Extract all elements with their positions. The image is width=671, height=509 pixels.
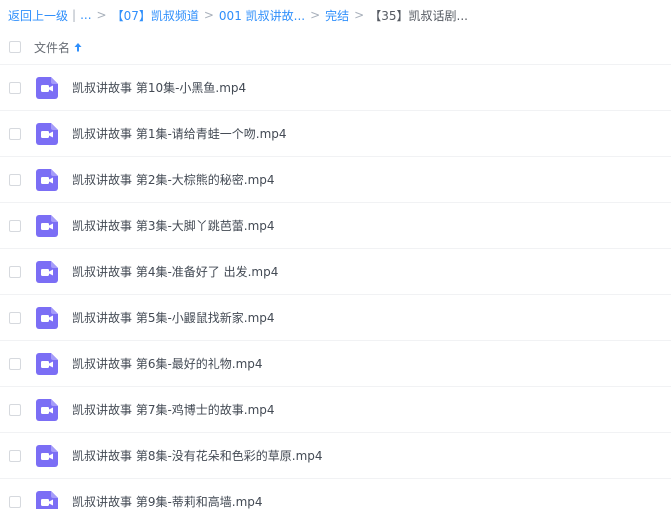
breadcrumb-pipe: | bbox=[72, 8, 77, 22]
filename-column-header[interactable]: 文件名 bbox=[34, 39, 70, 56]
breadcrumb-current: 【35】凯叔话剧... bbox=[369, 8, 468, 23]
file-row[interactable]: 凯叔讲故事 第6集-最好的礼物.mp4 bbox=[0, 341, 671, 387]
file-name[interactable]: 凯叔讲故事 第6集-最好的礼物.mp4 bbox=[72, 355, 263, 372]
file-checkbox[interactable] bbox=[9, 449, 21, 462]
video-file-icon bbox=[36, 398, 58, 421]
video-file-icon bbox=[36, 490, 58, 509]
file-name[interactable]: 凯叔讲故事 第10集-小黑鱼.mp4 bbox=[72, 79, 246, 96]
file-checkbox[interactable] bbox=[9, 219, 21, 232]
file-list-panel: 返回上一级 | ... > 【07】凯叔频道 > 001 凯叔讲故... > 完… bbox=[0, 0, 671, 509]
file-row[interactable]: 凯叔讲故事 第2集-大棕熊的秘密.mp4 bbox=[0, 157, 671, 203]
file-list-header: 文件名 bbox=[0, 30, 671, 65]
file-row[interactable]: 凯叔讲故事 第1集-请给青蛙一个吻.mp4 bbox=[0, 111, 671, 157]
file-name[interactable]: 凯叔讲故事 第3集-大脚丫跳芭蕾.mp4 bbox=[72, 217, 275, 234]
breadcrumb-separator: > bbox=[96, 8, 107, 22]
video-file-icon bbox=[36, 260, 58, 283]
file-name[interactable]: 凯叔讲故事 第4集-准备好了 出发.mp4 bbox=[72, 263, 278, 280]
file-row[interactable]: 凯叔讲故事 第9集-蒂莉和高墙.mp4 bbox=[0, 479, 671, 509]
file-checkbox[interactable] bbox=[9, 311, 21, 324]
file-row[interactable]: 凯叔讲故事 第4集-准备好了 出发.mp4 bbox=[0, 249, 671, 295]
file-checkbox[interactable] bbox=[9, 173, 21, 186]
video-file-icon bbox=[36, 168, 58, 191]
video-file-icon bbox=[36, 122, 58, 145]
video-file-icon bbox=[36, 306, 58, 329]
select-all-checkbox[interactable] bbox=[9, 41, 21, 53]
breadcrumb-separator: > bbox=[203, 8, 214, 22]
breadcrumb-ellipsis[interactable]: ... bbox=[80, 8, 91, 22]
breadcrumb-item-stories[interactable]: 001 凯叔讲故... bbox=[219, 7, 305, 24]
breadcrumb: 返回上一级 | ... > 【07】凯叔频道 > 001 凯叔讲故... > 完… bbox=[0, 0, 671, 30]
file-checkbox[interactable] bbox=[9, 403, 21, 416]
file-checkbox[interactable] bbox=[9, 357, 21, 370]
file-row[interactable]: 凯叔讲故事 第10集-小黑鱼.mp4 bbox=[0, 65, 671, 111]
file-name[interactable]: 凯叔讲故事 第9集-蒂莉和高墙.mp4 bbox=[72, 493, 263, 509]
file-checkbox[interactable] bbox=[9, 265, 21, 278]
video-file-icon bbox=[36, 444, 58, 467]
file-name[interactable]: 凯叔讲故事 第8集-没有花朵和色彩的草原.mp4 bbox=[72, 447, 323, 464]
video-file-icon bbox=[36, 352, 58, 375]
file-name[interactable]: 凯叔讲故事 第5集-小鼹鼠找新家.mp4 bbox=[72, 309, 275, 326]
breadcrumb-item-channel[interactable]: 【07】凯叔频道 bbox=[112, 7, 199, 24]
breadcrumb-separator: > bbox=[310, 8, 321, 22]
file-row[interactable]: 凯叔讲故事 第8集-没有花朵和色彩的草原.mp4 bbox=[0, 433, 671, 479]
file-row[interactable]: 凯叔讲故事 第7集-鸡博士的故事.mp4 bbox=[0, 387, 671, 433]
video-file-icon bbox=[36, 76, 58, 99]
file-checkbox[interactable] bbox=[9, 81, 21, 94]
file-name[interactable]: 凯叔讲故事 第1集-请给青蛙一个吻.mp4 bbox=[72, 125, 287, 142]
sort-ascending-icon[interactable] bbox=[74, 42, 82, 52]
file-list: 凯叔讲故事 第10集-小黑鱼.mp4 凯叔讲故事 第1集-请给青蛙一个吻.mp4… bbox=[0, 65, 671, 509]
breadcrumb-item-finished[interactable]: 完结 bbox=[325, 7, 349, 24]
video-file-icon bbox=[36, 214, 58, 237]
file-row[interactable]: 凯叔讲故事 第5集-小鼹鼠找新家.mp4 bbox=[0, 295, 671, 341]
file-name[interactable]: 凯叔讲故事 第7集-鸡博士的故事.mp4 bbox=[72, 401, 275, 418]
breadcrumb-separator: > bbox=[354, 8, 365, 22]
file-checkbox[interactable] bbox=[9, 127, 21, 140]
back-link[interactable]: 返回上一级 bbox=[8, 7, 68, 24]
file-checkbox[interactable] bbox=[9, 495, 21, 508]
file-name[interactable]: 凯叔讲故事 第2集-大棕熊的秘密.mp4 bbox=[72, 171, 275, 188]
file-row[interactable]: 凯叔讲故事 第3集-大脚丫跳芭蕾.mp4 bbox=[0, 203, 671, 249]
